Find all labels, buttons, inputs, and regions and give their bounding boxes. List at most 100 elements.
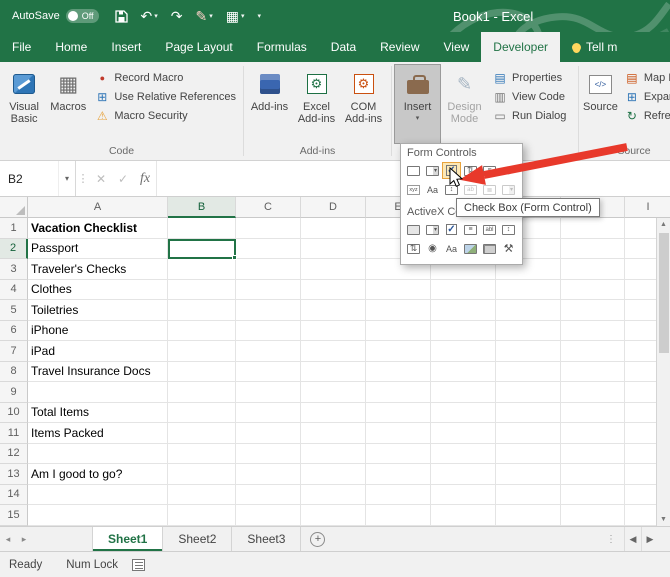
cell-C13[interactable] (236, 464, 301, 485)
cell-E15[interactable] (366, 505, 431, 526)
cell-A9[interactable] (28, 382, 168, 403)
cell-C4[interactable] (236, 280, 301, 301)
vertical-scroll-thumb[interactable] (659, 233, 669, 353)
properties-button[interactable]: ▤ Properties (490, 70, 569, 86)
row-header-1[interactable]: 1 (0, 218, 28, 239)
undo-button[interactable]: ↶▾ (141, 9, 158, 23)
cell-D1[interactable] (301, 218, 366, 239)
cell-F13[interactable] (431, 464, 496, 485)
cell-C15[interactable] (236, 505, 301, 526)
cell-B4[interactable] (168, 280, 236, 301)
cell-G10[interactable] (496, 403, 561, 424)
enter-button[interactable]: ✓ (112, 161, 134, 196)
cell-B1[interactable] (168, 218, 236, 239)
cell-A8[interactable]: Travel Insurance Docs (28, 362, 168, 383)
cell-H2[interactable] (561, 239, 625, 260)
row-header-9[interactable]: 9 (0, 382, 28, 403)
insert-controls-button[interactable]: Insert ▾ (394, 64, 441, 144)
cell-E6[interactable] (366, 321, 431, 342)
cell-C1[interactable] (236, 218, 301, 239)
refresh-data-button[interactable]: ↻ Refres... (622, 108, 670, 124)
cell-F14[interactable] (431, 485, 496, 506)
cell-D2[interactable] (301, 239, 366, 260)
cell-C2[interactable] (236, 239, 301, 260)
cell-C14[interactable] (236, 485, 301, 506)
row-header-6[interactable]: 6 (0, 321, 28, 342)
activex-control-option-button[interactable]: ◉ (423, 240, 442, 257)
column-header-I[interactable]: I (625, 197, 670, 218)
cell-F8[interactable] (431, 362, 496, 383)
cell-D13[interactable] (301, 464, 366, 485)
run-dialog-button[interactable]: ▭ Run Dialog (490, 108, 569, 124)
row-header-8[interactable]: 8 (0, 362, 28, 383)
cell-C8[interactable] (236, 362, 301, 383)
cell-H9[interactable] (561, 382, 625, 403)
row-header-13[interactable]: 13 (0, 464, 28, 485)
cell-H4[interactable] (561, 280, 625, 301)
cell-H10[interactable] (561, 403, 625, 424)
cell-F12[interactable] (431, 444, 496, 465)
row-header-14[interactable]: 14 (0, 485, 28, 506)
cell-B11[interactable] (168, 423, 236, 444)
form-control-combo-box[interactable]: ▾ (423, 162, 442, 179)
activex-control-combo-box[interactable]: ▾ (423, 221, 442, 238)
cell-D3[interactable] (301, 259, 366, 280)
cell-E14[interactable] (366, 485, 431, 506)
select-all-corner[interactable] (0, 197, 28, 218)
cell-D6[interactable] (301, 321, 366, 342)
cell-H8[interactable] (561, 362, 625, 383)
cell-C7[interactable] (236, 341, 301, 362)
cell-E8[interactable] (366, 362, 431, 383)
cell-H15[interactable] (561, 505, 625, 526)
cell-D9[interactable] (301, 382, 366, 403)
cell-C12[interactable] (236, 444, 301, 465)
cell-C3[interactable] (236, 259, 301, 280)
activex-control-spin-button[interactable]: ⇅ (404, 240, 423, 257)
cell-A5[interactable]: Toiletries (28, 300, 168, 321)
row-header-7[interactable]: 7 (0, 341, 28, 362)
cell-H5[interactable] (561, 300, 625, 321)
activex-control-command-button[interactable] (404, 221, 423, 238)
cell-D4[interactable] (301, 280, 366, 301)
cell-E5[interactable] (366, 300, 431, 321)
table-tool-button[interactable]: ▦▾ (226, 9, 245, 23)
cell-A4[interactable]: Clothes (28, 280, 168, 301)
cell-D14[interactable] (301, 485, 366, 506)
cell-A12[interactable] (28, 444, 168, 465)
ribbon-tab-formulas[interactable]: Formulas (245, 32, 319, 62)
cell-F7[interactable] (431, 341, 496, 362)
cell-D10[interactable] (301, 403, 366, 424)
cell-A1[interactable]: Vacation Checklist (28, 218, 168, 239)
ribbon-tab-view[interactable]: View (432, 32, 482, 62)
sheet-tab-sheet3[interactable]: Sheet3 (232, 527, 301, 551)
use-relative-references-button[interactable]: ⊞ Use Relative References (92, 89, 239, 105)
cell-H12[interactable] (561, 444, 625, 465)
name-box[interactable]: B2 ▾ (0, 161, 76, 196)
ribbon-tab-file[interactable]: File (0, 32, 43, 62)
redo-button[interactable]: ↷ (171, 9, 183, 23)
cell-G5[interactable] (496, 300, 561, 321)
cell-B5[interactable] (168, 300, 236, 321)
activex-control-check-box[interactable]: ✓ (442, 221, 461, 238)
form-control-combo-drop-down[interactable]: ▾ (499, 181, 518, 198)
cell-E10[interactable] (366, 403, 431, 424)
cell-F11[interactable] (431, 423, 496, 444)
column-header-C[interactable]: C (236, 197, 301, 218)
row-header-3[interactable]: 3 (0, 259, 28, 280)
next-sheet-icon[interactable]: ▸ (16, 527, 32, 551)
cell-C10[interactable] (236, 403, 301, 424)
cell-B8[interactable] (168, 362, 236, 383)
ribbon-tab-page-layout[interactable]: Page Layout (153, 32, 244, 62)
cell-E11[interactable] (366, 423, 431, 444)
cell-B7[interactable] (168, 341, 236, 362)
ribbon-tab-review[interactable]: Review (368, 32, 431, 62)
cell-B6[interactable] (168, 321, 236, 342)
visual-basic-button[interactable]: Visual Basic (2, 64, 46, 144)
customize-qat-button[interactable]: ▾ (258, 13, 262, 20)
column-header-A[interactable]: A (28, 197, 168, 218)
cell-G15[interactable] (496, 505, 561, 526)
fill-handle[interactable] (232, 255, 237, 260)
activex-control-more-controls[interactable]: ⚒ (499, 240, 518, 257)
cell-H1[interactable] (561, 218, 625, 239)
cell-G8[interactable] (496, 362, 561, 383)
